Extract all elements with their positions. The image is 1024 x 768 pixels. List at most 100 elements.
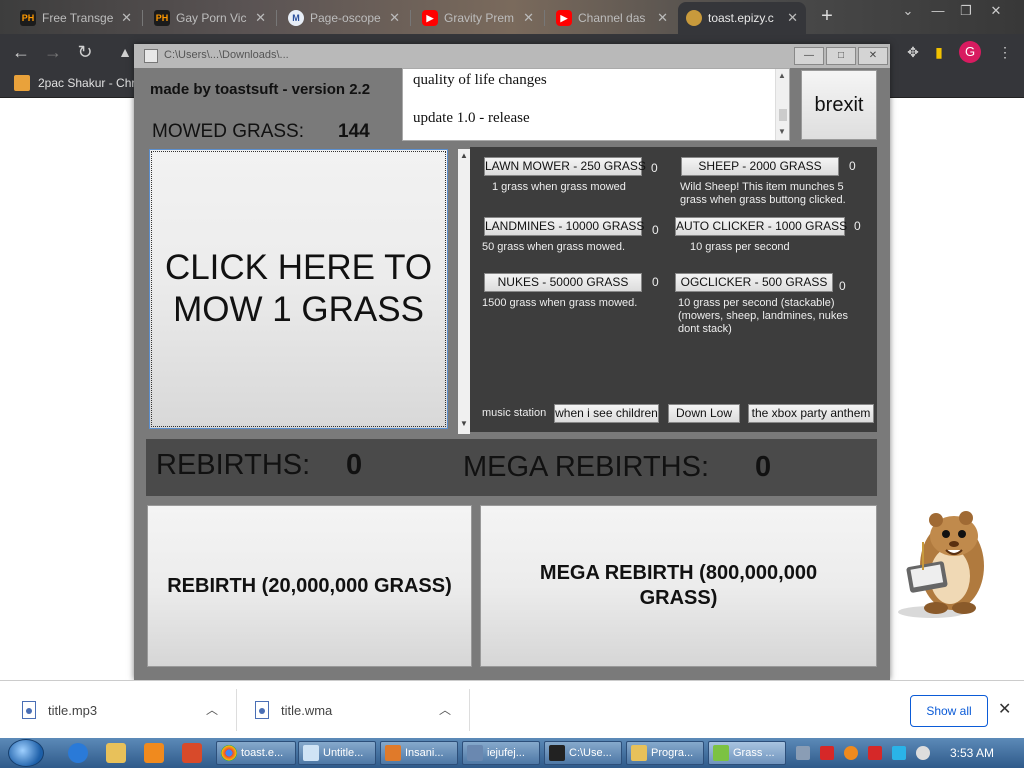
tray-icon[interactable] bbox=[868, 746, 882, 760]
close-icon[interactable]: ✕ bbox=[517, 10, 534, 26]
media-player-icon[interactable] bbox=[144, 743, 164, 763]
tab-4[interactable]: ▶ Gravity Prem ✕ bbox=[414, 4, 542, 32]
taskbar-item-label: Insani... bbox=[405, 747, 444, 759]
internet-explorer-icon[interactable] bbox=[68, 743, 88, 763]
minimize-icon[interactable]: — bbox=[924, 0, 952, 22]
hamster-mascot-image bbox=[898, 511, 984, 618]
mow-grass-button[interactable]: CLICK HERE TO MOW 1 GRASS bbox=[149, 149, 448, 429]
tab-strip: PH Free Transge ✕ PH Gay Porn Vic ✕ M Pa… bbox=[0, 0, 1024, 34]
close-icon[interactable]: ✕ bbox=[651, 10, 668, 26]
taskbar-clock[interactable]: 3:53 AM bbox=[950, 746, 994, 760]
download-filename: title.mp3 bbox=[48, 702, 98, 718]
buy-auto-clicker-button[interactable]: AUTO CLICKER - 1000 GRASS bbox=[675, 217, 847, 236]
taskbar-item-chrome[interactable]: toast.e... bbox=[216, 741, 296, 765]
app-minimize-icon[interactable]: — bbox=[794, 47, 824, 65]
download-item[interactable]: title.wma bbox=[255, 681, 332, 739]
extensions-icon[interactable]: ✥ bbox=[904, 43, 922, 61]
bookmark-item[interactable]: 2pac Shakur - Chro bbox=[14, 75, 142, 91]
scroll-up-icon[interactable]: ▲ bbox=[460, 151, 468, 160]
forward-arrow-icon[interactable]: → bbox=[42, 41, 64, 63]
network-icon[interactable] bbox=[892, 746, 906, 760]
side-panel-icon[interactable]: ▮ bbox=[930, 43, 948, 61]
tab-2-title: Gay Porn Vic bbox=[176, 11, 247, 25]
brexit-button[interactable]: brexit bbox=[801, 70, 877, 140]
auto-clicker-desc: 10 grass per second bbox=[690, 241, 790, 253]
app-maximize-icon[interactable]: □ bbox=[826, 47, 856, 65]
scroll-down-icon[interactable]: ▼ bbox=[778, 127, 786, 136]
buy-sheep-button[interactable]: SHEEP - 2000 GRASS bbox=[681, 157, 839, 176]
app-icon[interactable] bbox=[182, 743, 202, 763]
tray-icon[interactable] bbox=[820, 746, 834, 760]
tab-5[interactable]: ▶ Channel das ✕ bbox=[548, 4, 676, 32]
show-all-button[interactable]: Show all bbox=[910, 695, 988, 727]
new-tab-button[interactable]: + bbox=[816, 6, 838, 28]
music-track-xbox-party-anthem[interactable]: the xbox party anthem bbox=[748, 404, 874, 423]
shop-scrollbar[interactable]: ▲ ▼ bbox=[458, 149, 470, 434]
scroll-down-icon[interactable]: ▼ bbox=[460, 419, 468, 428]
tab-search-icon[interactable]: ⌄ bbox=[894, 0, 922, 22]
close-icon[interactable]: ✕ bbox=[383, 10, 400, 26]
file-explorer-icon[interactable] bbox=[106, 743, 126, 763]
music-track-down-low[interactable]: Down Low bbox=[668, 404, 740, 423]
warning-icon[interactable]: ▲ bbox=[114, 41, 136, 63]
changelog-scrollbar[interactable]: ▲ ▼ bbox=[775, 69, 789, 140]
tab-3-title: Page-oscope bbox=[310, 11, 381, 25]
changelog-line: update 1.0 - release bbox=[413, 110, 530, 126]
back-arrow-icon[interactable]: ← bbox=[10, 41, 32, 63]
taskbar-item-7zip[interactable]: C:\Use... bbox=[544, 741, 622, 765]
menu-icon[interactable]: ⋮ bbox=[996, 43, 1014, 61]
buy-landmines-button[interactable]: LANDMINES - 10000 GRASS bbox=[484, 217, 644, 236]
changelog-textbox[interactable]: quality of life changes update 1.0 - rel… bbox=[402, 68, 790, 141]
downloads-bar: title.mp3 ︿ title.wma ︿ Show all ✕ bbox=[0, 680, 1024, 738]
chevron-up-icon[interactable]: ︿ bbox=[439, 701, 451, 718]
close-icon[interactable]: ✕ bbox=[998, 699, 1011, 719]
app-close-icon[interactable]: ✕ bbox=[858, 47, 888, 65]
rebirths-value: 0 bbox=[346, 449, 363, 481]
buy-ogclicker-button[interactable]: OGCLICKER - 500 GRASS bbox=[675, 273, 833, 292]
music-station-label: music station bbox=[482, 407, 547, 419]
tab-6-title: toast.epizy.c bbox=[708, 11, 774, 25]
scroll-up-icon[interactable]: ▲ bbox=[778, 71, 786, 80]
music-track-when-i-see-children[interactable]: when i see children bbox=[554, 404, 659, 423]
app-titlebar: C:\Users\...\Downloads\... — □ ✕ bbox=[134, 44, 890, 68]
tab-3[interactable]: M Page-oscope ✕ bbox=[280, 4, 408, 32]
download-filename: title.wma bbox=[281, 702, 333, 718]
taskbar-item-insani[interactable]: Insani... bbox=[380, 741, 458, 765]
nukes-desc: 1500 grass when grass mowed. bbox=[482, 297, 638, 309]
tab-1[interactable]: PH Free Transge ✕ bbox=[12, 4, 140, 32]
tab-active[interactable]: toast.epizy.c ✕ bbox=[678, 2, 806, 34]
youtube-favicon-icon: ▶ bbox=[422, 10, 438, 26]
buy-lawn-mower-button[interactable]: LAWN MOWER - 250 GRASS bbox=[484, 157, 646, 176]
restore-icon[interactable]: ❐ bbox=[952, 0, 980, 22]
taskbar-item-label: C:\Use... bbox=[569, 747, 612, 759]
rebirths-label: REBIRTHS: bbox=[156, 449, 311, 481]
tray-icon[interactable] bbox=[796, 746, 810, 760]
taskbar-item-grass[interactable]: Grass ... bbox=[708, 741, 786, 765]
reload-icon[interactable]: ↻ bbox=[74, 41, 96, 63]
landmines-desc: 50 grass when grass mowed. bbox=[482, 241, 626, 253]
taskbar-item-label: Progra... bbox=[651, 747, 694, 759]
mega-rebirth-button[interactable]: MEGA REBIRTH (800,000,000 GRASS) bbox=[480, 505, 877, 667]
volume-icon[interactable] bbox=[916, 746, 930, 760]
app-body: made by toastsuft - version 2.2 MOWED GR… bbox=[134, 68, 890, 680]
window-icon bbox=[467, 745, 483, 761]
tray-icon[interactable] bbox=[844, 746, 858, 760]
mega-rebirths-value: 0 bbox=[755, 451, 772, 483]
tab-2[interactable]: PH Gay Porn Vic ✕ bbox=[146, 4, 274, 32]
rebirth-button[interactable]: REBIRTH (20,000,000 GRASS) bbox=[147, 505, 472, 667]
taskbar-item-programs[interactable]: Progra... bbox=[626, 741, 704, 765]
start-button[interactable] bbox=[8, 739, 44, 767]
buy-nukes-button[interactable]: NUKES - 50000 GRASS bbox=[484, 273, 642, 292]
close-icon[interactable]: ✕ bbox=[781, 10, 798, 26]
chrome-icon bbox=[221, 745, 237, 761]
chevron-up-icon[interactable]: ︿ bbox=[206, 701, 218, 718]
window-close-icon[interactable]: ✕ bbox=[982, 0, 1010, 22]
close-icon[interactable]: ✕ bbox=[115, 10, 132, 26]
close-icon[interactable]: ✕ bbox=[249, 10, 266, 26]
taskbar-item-iejufej[interactable]: iejufej... bbox=[462, 741, 540, 765]
taskbar-item-notepad[interactable]: Untitle... bbox=[298, 741, 376, 765]
scroll-thumb[interactable] bbox=[779, 109, 787, 121]
profile-avatar[interactable]: G bbox=[959, 41, 981, 63]
download-item[interactable]: title.mp3 bbox=[22, 681, 97, 739]
ogclicker-count: 0 bbox=[839, 279, 846, 293]
